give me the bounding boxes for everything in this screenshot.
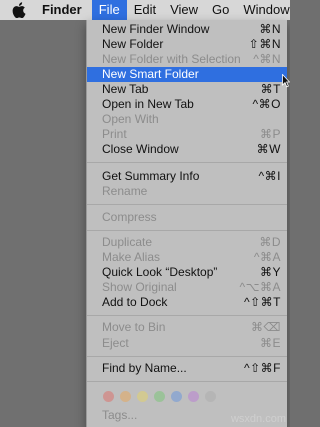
menu-item-label: Duplicate	[102, 235, 153, 249]
menubar-view[interactable]: View	[163, 0, 205, 20]
tag-purple-icon	[188, 391, 199, 402]
menu-item-new-tab[interactable]: New Tab ⌘T	[87, 82, 287, 97]
menu-separator	[87, 162, 287, 163]
menubar-file[interactable]: File	[91, 0, 127, 20]
menu-item-shortcut: ^⇧⌘T	[243, 295, 281, 309]
menu-item-rename: Rename	[87, 184, 287, 199]
menubar-edit[interactable]: Edit	[127, 0, 163, 20]
menu-item-label: New Smart Folder	[102, 67, 199, 81]
menu-item-print: Print ⌘P	[87, 127, 287, 142]
menu-item-shortcut: ⌘E	[259, 336, 281, 350]
menu-item-add-to-dock[interactable]: Add to Dock ^⇧⌘T	[87, 295, 287, 310]
menu-item-label: Find by Name...	[102, 361, 187, 375]
menu-item-new-folder-with-selection: New Folder with Selection ^⌘N	[87, 52, 287, 67]
menu-item-label: New Tab	[102, 82, 149, 96]
menu-item-label: Print	[102, 127, 127, 141]
menu-separator	[87, 315, 287, 316]
menu-item-shortcut: ⌘T	[260, 82, 281, 96]
menu-item-shortcut: ⇧⌘N	[248, 37, 281, 51]
menubar-finder[interactable]: Finder	[40, 0, 92, 20]
menu-item-label: Make Alias	[102, 250, 161, 264]
file-menu: New Finder Window ⌘N New Folder ⇧⌘N New …	[86, 20, 287, 427]
menubar-window[interactable]: Window	[236, 0, 290, 20]
menu-item-label: Compress	[102, 210, 157, 224]
menu-item-shortcut: ⌘P	[259, 127, 281, 141]
mouse-pointer-icon	[282, 73, 290, 93]
menu-item-label: New Finder Window	[102, 22, 210, 36]
tag-color-row	[103, 391, 216, 402]
menubar-go[interactable]: Go	[205, 0, 236, 20]
menu-item-shortcut: ⌘Y	[259, 265, 281, 279]
menu-item-label: Open With	[102, 112, 159, 126]
screen: Finder File Edit View Go Window H New Fi…	[0, 0, 290, 427]
menu-item-label: Close Window	[102, 142, 179, 156]
menu-item-duplicate: Duplicate ⌘D	[87, 235, 287, 250]
menu-item-new-folder[interactable]: New Folder ⇧⌘N	[87, 37, 287, 52]
menu-item-new-smart-folder[interactable]: New Smart Folder	[87, 67, 287, 82]
menu-separator	[87, 381, 287, 382]
menu-item-compress: Compress	[87, 210, 287, 225]
tag-yellow-icon	[137, 391, 148, 402]
menu-separator	[87, 356, 287, 357]
menu-item-open-in-new-tab[interactable]: Open in New Tab ^⌘O	[87, 97, 287, 112]
menu-item-shortcut: ^⌘N	[253, 52, 281, 66]
menu-item-label: Show Original	[102, 280, 177, 294]
menu-item-quick-look[interactable]: Quick Look “Desktop” ⌘Y	[87, 265, 287, 280]
menu-item-label: Add to Dock	[102, 295, 168, 309]
menu-item-find-by-name[interactable]: Find by Name... ^⇧⌘F	[87, 361, 287, 376]
menu-item-label: Rename	[102, 184, 148, 198]
menu-item-label: Move to Bin	[102, 320, 166, 334]
tag-red-icon	[103, 391, 114, 402]
menu-item-label: New Folder with Selection	[102, 52, 241, 66]
menu-item-shortcut: ^⌘A	[253, 250, 281, 264]
menu-item-move-to-bin: Move to Bin ⌘⌫	[87, 320, 287, 335]
watermark: wsxdn.com	[230, 413, 286, 425]
menu-item-open-with: Open With	[87, 112, 287, 127]
tag-gray-icon	[205, 391, 216, 402]
menu-item-shortcut: ^⇧⌘F	[243, 361, 281, 375]
menu-item-label: New Folder	[102, 37, 164, 51]
menu-item-label: Tags...	[102, 408, 138, 422]
menu-item-get-summary-info[interactable]: Get Summary Info ^⌘I	[87, 169, 287, 184]
tag-orange-icon	[120, 391, 131, 402]
menu-item-label: Eject	[102, 336, 129, 350]
menu-item-new-finder-window[interactable]: New Finder Window ⌘N	[87, 22, 287, 37]
menu-item-label: Open in New Tab	[102, 97, 194, 111]
menu-item-close-window[interactable]: Close Window ⌘W	[87, 142, 287, 157]
menu-item-shortcut: ^⌘O	[252, 97, 281, 111]
menu-item-shortcut: ⌘W	[256, 142, 281, 156]
menu-item-shortcut: ^⌘I	[258, 169, 281, 183]
menu-item-shortcut: ⌘⌫	[251, 320, 281, 334]
menu-item-shortcut: ^⌥⌘A	[239, 280, 281, 294]
apple-logo-icon[interactable]	[12, 2, 26, 18]
tag-blue-icon	[171, 391, 182, 402]
menu-item-shortcut: ⌘N	[259, 22, 281, 36]
menu-item-shortcut: ⌘D	[259, 235, 281, 249]
menu-separator	[87, 230, 287, 231]
menu-item-make-alias: Make Alias ^⌘A	[87, 250, 287, 265]
menu-bar: Finder File Edit View Go Window H	[0, 0, 290, 20]
menu-item-label: Get Summary Info	[102, 169, 200, 183]
tag-green-icon	[154, 391, 165, 402]
menu-item-eject: Eject ⌘E	[87, 336, 287, 351]
menu-item-label: Quick Look “Desktop”	[102, 265, 218, 279]
menu-separator	[87, 204, 287, 205]
menu-item-show-original: Show Original ^⌥⌘A	[87, 280, 287, 295]
